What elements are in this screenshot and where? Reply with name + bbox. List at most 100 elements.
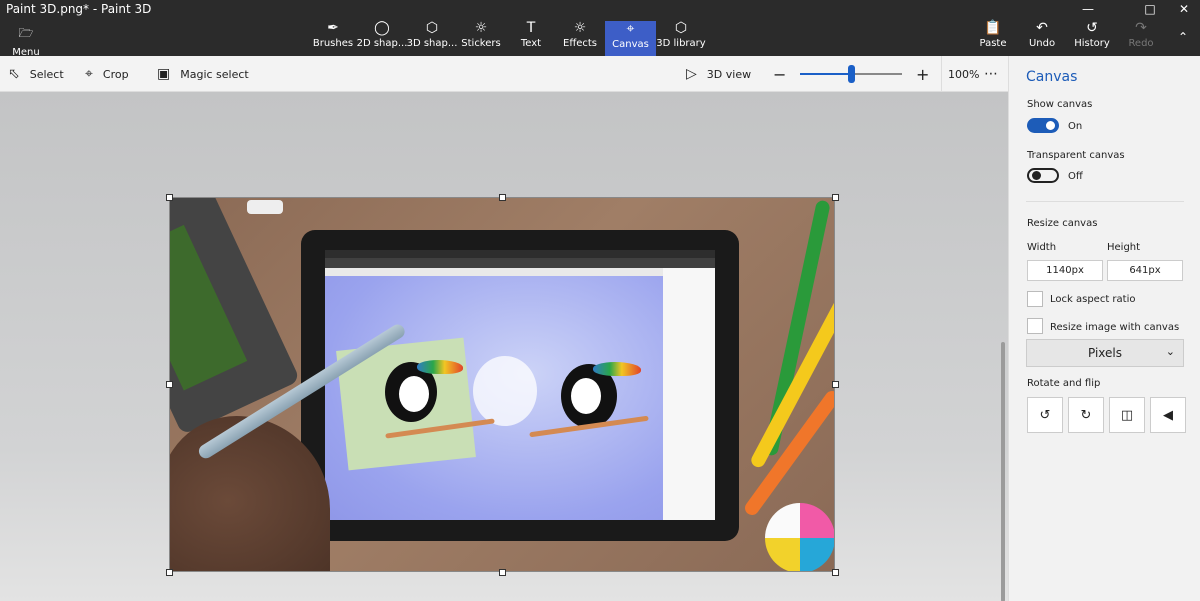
units-value: Pixels <box>1087 346 1122 360</box>
chevron-up-icon[interactable]: ⌃ <box>1166 28 1200 46</box>
height-label: Height <box>1107 242 1141 253</box>
units-dropdown[interactable]: Pixels ⌄ <box>1026 339 1184 367</box>
menu-button[interactable]: 🗁 Menu <box>6 22 46 58</box>
tab-brushes[interactable]: ✒ Brushes <box>306 20 360 56</box>
rotate-left-icon: ↺ <box>1039 407 1051 423</box>
3d-view-toggle[interactable]: ▷ 3D view <box>686 56 751 92</box>
flip-horizontal-icon: ◫ <box>1120 407 1134 423</box>
resize-canvas-label: Resize canvas <box>1027 218 1098 229</box>
rotate-flip-label: Rotate and flip <box>1027 378 1101 389</box>
zoom-slider-thumb[interactable] <box>848 65 855 83</box>
art-toucan-belly <box>399 376 429 412</box>
redo-button[interactable]: ↷ Redo <box>1114 20 1168 56</box>
resize-image-checkbox[interactable] <box>1027 318 1043 334</box>
zoom-slider-fill <box>800 73 851 75</box>
tab-label: 3D library <box>656 38 706 49</box>
magic-select-tool[interactable]: ▣ Magic select <box>157 56 249 92</box>
resize-handle-se[interactable] <box>832 569 839 576</box>
select-label: Select <box>29 67 64 81</box>
show-canvas-toggle[interactable] <box>1027 118 1059 133</box>
undo-label: Undo <box>1028 38 1056 49</box>
resize-handle-sw[interactable] <box>166 569 173 576</box>
resize-handle-n[interactable] <box>499 194 506 201</box>
resize-handle-e[interactable] <box>832 381 839 388</box>
tab-label: 3D shap... <box>406 38 458 49</box>
toggle-knob <box>1032 171 1041 180</box>
lock-aspect-label: Lock aspect ratio <box>1050 294 1136 305</box>
decor-tape <box>765 503 834 571</box>
toggle-knob <box>1046 121 1055 130</box>
sticker-icon: ☼ <box>474 20 488 36</box>
width-field[interactable]: 1140px <box>1027 260 1103 281</box>
canvas-image[interactable] <box>169 197 835 572</box>
select-tool[interactable]: ⬁ Select <box>8 56 64 92</box>
art-toucan-beak <box>417 360 463 374</box>
zoom-slider[interactable] <box>800 65 902 83</box>
art-ghost-toucan <box>473 356 537 426</box>
show-canvas-label: Show canvas <box>1027 99 1093 110</box>
tablet-device <box>301 230 739 541</box>
paste-button[interactable]: 📋 Paste <box>966 20 1020 56</box>
resize-handle-ne[interactable] <box>832 194 839 201</box>
more-icon[interactable]: ⋯ <box>984 56 998 92</box>
resize-image-label: Resize image with canvas <box>1050 322 1180 333</box>
screen-panel <box>663 268 715 520</box>
screen-toolbar <box>325 268 715 276</box>
zoom-in-button[interactable]: + <box>916 56 929 92</box>
resize-handle-nw[interactable] <box>166 194 173 201</box>
rotate-left-button[interactable]: ↺ <box>1027 397 1063 433</box>
zoom-out-button[interactable]: − <box>773 56 786 92</box>
transparent-canvas-state: Off <box>1068 171 1083 182</box>
crop-tool[interactable]: ⌖ Crop <box>85 56 129 92</box>
clipboard-icon: 📋 <box>984 20 1002 36</box>
resize-handle-w[interactable] <box>166 381 173 388</box>
undo-button[interactable]: ↶ Undo <box>1015 20 1069 56</box>
flip-vertical-button[interactable]: ◀ <box>1150 397 1186 433</box>
tab-2d-shapes[interactable]: ◯ 2D shap... <box>355 20 409 56</box>
crop-icon: ⌖ <box>85 66 93 82</box>
tablet-screen <box>325 250 715 520</box>
close-icon[interactable]: ✕ <box>1164 0 1200 18</box>
redo-icon: ↷ <box>1135 20 1147 36</box>
rotate-right-button[interactable]: ↻ <box>1068 397 1104 433</box>
tab-3d-library[interactable]: ⬡ 3D library <box>654 20 708 56</box>
cursor-icon: ⬁ <box>8 66 20 82</box>
history-button[interactable]: ↺ History <box>1065 20 1119 56</box>
vertical-scrollbar[interactable] <box>1001 342 1005 601</box>
tab-label: 2D shap... <box>356 38 408 49</box>
zoom-level: 100% <box>941 56 979 92</box>
tab-label: Stickers <box>461 38 501 49</box>
tab-stickers[interactable]: ☼ Stickers <box>454 20 508 56</box>
3d-shapes-icon: ⬡ <box>425 20 439 36</box>
crop-label: Crop <box>102 67 129 81</box>
history-icon: ↺ <box>1086 20 1098 36</box>
redo-label: Redo <box>1128 38 1154 49</box>
decor-eraser <box>247 200 283 214</box>
transparent-canvas-toggle[interactable] <box>1027 168 1059 183</box>
height-field[interactable]: 641px <box>1107 260 1183 281</box>
decor-field <box>170 224 248 391</box>
tab-effects[interactable]: ☼ Effects <box>553 20 607 56</box>
canvas-icon: ⌖ <box>626 21 635 37</box>
lock-aspect-checkbox[interactable] <box>1027 291 1043 307</box>
tab-canvas[interactable]: ⌖ Canvas <box>605 21 656 56</box>
2d-shapes-icon: ◯ <box>374 20 390 36</box>
flip-vertical-icon: ◀ <box>1163 407 1173 423</box>
resize-handle-s[interactable] <box>499 569 506 576</box>
tab-label: Text <box>520 38 542 49</box>
minimize-icon[interactable]: — <box>1068 0 1108 18</box>
title-bar: Paint 3D.png* - Paint 3D — □ ✕ 🗁 Menu ✒ … <box>0 0 1200 58</box>
art-toucan-belly <box>571 378 601 414</box>
tab-label: Effects <box>563 38 597 49</box>
tab-text[interactable]: T Text <box>504 20 558 56</box>
screen-ribbon <box>325 258 715 268</box>
window-title: Paint 3D.png* - Paint 3D <box>6 2 152 16</box>
flip-horizontal-button[interactable]: ◫ <box>1109 397 1145 433</box>
history-label: History <box>1074 38 1110 49</box>
paste-label: Paste <box>979 38 1007 49</box>
magic-select-icon: ▣ <box>157 66 171 82</box>
text-icon: T <box>526 20 536 36</box>
toolbar: ⬁ Select ⌖ Crop ▣ Magic select ▷ 3D view… <box>0 56 1008 92</box>
3d-view-icon: ▷ <box>686 66 697 82</box>
tab-3d-shapes[interactable]: ⬡ 3D shap... <box>405 20 459 56</box>
